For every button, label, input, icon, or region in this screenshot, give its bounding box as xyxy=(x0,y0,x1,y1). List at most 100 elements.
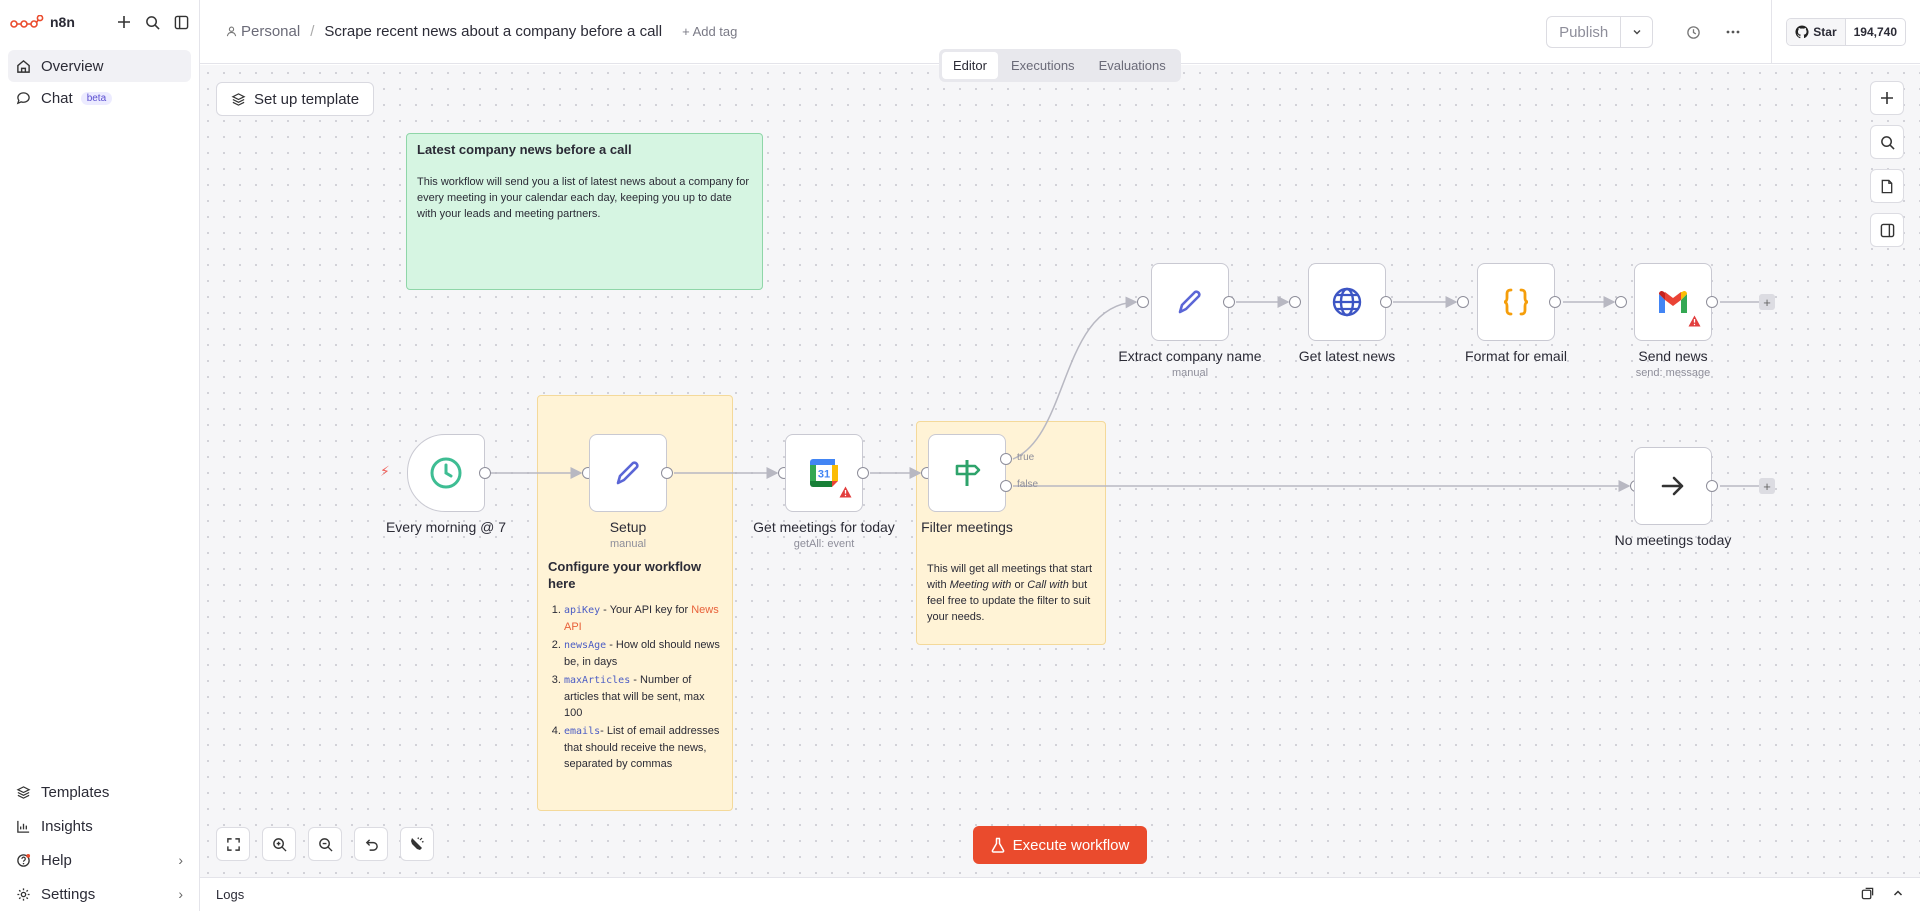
output-handle[interactable] xyxy=(1380,296,1392,308)
sidebar-item-overview[interactable]: Overview xyxy=(8,50,191,82)
history-icon[interactable] xyxy=(1673,25,1713,40)
output-handle[interactable] xyxy=(857,467,869,479)
warning-icon[interactable] xyxy=(1688,314,1701,332)
help-icon xyxy=(17,853,31,867)
tab-executions[interactable]: Executions xyxy=(1000,52,1086,79)
tab-editor[interactable]: Editor xyxy=(942,52,998,79)
add-node-plus-icon[interactable]: + xyxy=(1759,294,1775,310)
fit-view-button[interactable] xyxy=(216,827,250,861)
logs-label: Logs xyxy=(216,887,245,902)
reset-zoom-button[interactable] xyxy=(354,827,388,861)
chevron-right-icon: › xyxy=(178,886,183,902)
header-actions: Publish Star 194,740 xyxy=(1546,0,1920,64)
node-get-latest-news[interactable] xyxy=(1308,263,1386,341)
sticky-note-title: Configure your workflow here xyxy=(548,559,702,591)
chat-icon xyxy=(16,91,30,104)
search-icon[interactable] xyxy=(145,15,160,30)
tab-evaluations[interactable]: Evaluations xyxy=(1088,52,1177,79)
sidebar-item-help[interactable]: Help › xyxy=(8,843,191,877)
output-handle[interactable] xyxy=(1706,480,1718,492)
node-get-meetings[interactable]: 31 xyxy=(785,434,863,512)
node-subtitle: getAll: event xyxy=(793,538,855,550)
n8n-logo-icon xyxy=(10,15,44,28)
execute-workflow-label: Execute workflow xyxy=(1012,836,1130,854)
node-send-news[interactable] xyxy=(1634,263,1712,341)
zoom-in-button[interactable] xyxy=(262,827,296,861)
pop-out-logs-icon[interactable] xyxy=(1861,887,1874,903)
zoom-out-button[interactable] xyxy=(308,827,342,861)
output-handle[interactable] xyxy=(1223,296,1235,308)
node-no-meetings[interactable] xyxy=(1634,447,1712,525)
add-sticky-button[interactable] xyxy=(1870,169,1904,203)
logs-panel[interactable]: Logs xyxy=(200,877,1920,911)
sidebar-item-templates[interactable]: Templates xyxy=(8,775,191,809)
port-label-true: true xyxy=(1017,452,1035,463)
node-filter-meetings[interactable] xyxy=(928,434,1006,512)
input-handle[interactable] xyxy=(1289,296,1301,308)
toggle-panel-button[interactable] xyxy=(1870,213,1904,247)
sidebar-nav: Overview Chat beta xyxy=(0,44,199,120)
github-area: Star 194,740 xyxy=(1771,0,1920,64)
github-icon xyxy=(1795,25,1809,39)
sticky-note-body: This will get all meetings that start wi… xyxy=(927,563,1093,623)
execute-workflow-button[interactable]: Execute workflow xyxy=(973,826,1147,864)
broom-icon xyxy=(411,837,424,850)
list-item: apiKey - Your API key for News API xyxy=(564,602,724,635)
add-node-button[interactable] xyxy=(1870,81,1904,115)
gear-icon xyxy=(17,887,30,901)
node-label: Filter meetings xyxy=(921,519,1013,535)
beta-badge: beta xyxy=(80,91,113,105)
sidebar-item-settings[interactable]: Settings › xyxy=(8,877,191,911)
output-handle[interactable] xyxy=(479,467,491,479)
add-icon[interactable] xyxy=(117,15,131,29)
node-setup[interactable] xyxy=(589,434,667,512)
setup-template-label: Set up template xyxy=(254,90,360,108)
output-handle-true[interactable] xyxy=(1000,453,1012,465)
sidebar-item-label: Chat xyxy=(41,89,73,107)
node-format-email[interactable] xyxy=(1477,263,1555,341)
sticky-note-intro[interactable]: Latest company news before a call This w… xyxy=(406,133,763,290)
input-handle[interactable] xyxy=(1615,296,1627,308)
setup-template-button[interactable]: Set up template xyxy=(216,82,375,116)
chevron-down-icon[interactable] xyxy=(1620,17,1652,47)
sidebar-item-insights[interactable]: Insights xyxy=(8,809,191,843)
search-nodes-button[interactable] xyxy=(1870,125,1904,159)
tidy-up-button[interactable] xyxy=(400,827,434,861)
more-options-icon[interactable] xyxy=(1713,30,1753,34)
output-handle[interactable] xyxy=(1549,296,1561,308)
canvas-right-tools xyxy=(1870,81,1904,247)
node-extract-company[interactable] xyxy=(1151,263,1229,341)
chevron-up-icon[interactable] xyxy=(1892,887,1904,903)
sidebar-item-chat[interactable]: Chat beta xyxy=(8,82,191,114)
templates-icon xyxy=(16,785,31,799)
sticky-note-title: Latest company news before a call xyxy=(417,142,632,157)
templates-icon xyxy=(231,92,246,106)
canvas-zoom-tools xyxy=(216,827,434,861)
pencil-icon xyxy=(1178,290,1201,314)
code-braces-icon xyxy=(1503,288,1529,316)
node-every-morning[interactable] xyxy=(407,434,485,512)
output-handle-false[interactable] xyxy=(1000,480,1012,492)
app-logo[interactable]: n8n xyxy=(10,14,75,30)
output-handle[interactable] xyxy=(661,467,673,479)
collapse-sidebar-icon[interactable] xyxy=(174,15,189,30)
workflow-name[interactable]: Scrape recent news about a company befor… xyxy=(324,23,662,40)
list-item: emails- List of email addresses that sho… xyxy=(564,723,724,772)
sidebar-item-label: Overview xyxy=(41,57,104,75)
project-link[interactable]: Personal xyxy=(226,23,300,40)
add-tag-button[interactable]: + Add tag xyxy=(682,24,737,39)
breadcrumb-separator: / xyxy=(310,23,315,40)
insights-icon xyxy=(17,820,30,833)
add-node-plus-icon[interactable]: + xyxy=(1759,478,1775,494)
output-handle[interactable] xyxy=(1706,296,1718,308)
sticky-note-icon xyxy=(1881,179,1893,193)
svg-text:31: 31 xyxy=(818,469,830,481)
workflow-canvas[interactable]: Set up template Latest company news befo… xyxy=(200,65,1920,877)
project-name: Personal xyxy=(241,23,301,40)
input-handle[interactable] xyxy=(1137,296,1149,308)
warning-icon[interactable] xyxy=(839,485,852,503)
publish-button[interactable]: Publish xyxy=(1547,17,1620,47)
github-star-button[interactable]: Star 194,740 xyxy=(1786,18,1906,46)
google-calendar-icon: 31 xyxy=(810,459,838,487)
input-handle[interactable] xyxy=(1457,296,1469,308)
